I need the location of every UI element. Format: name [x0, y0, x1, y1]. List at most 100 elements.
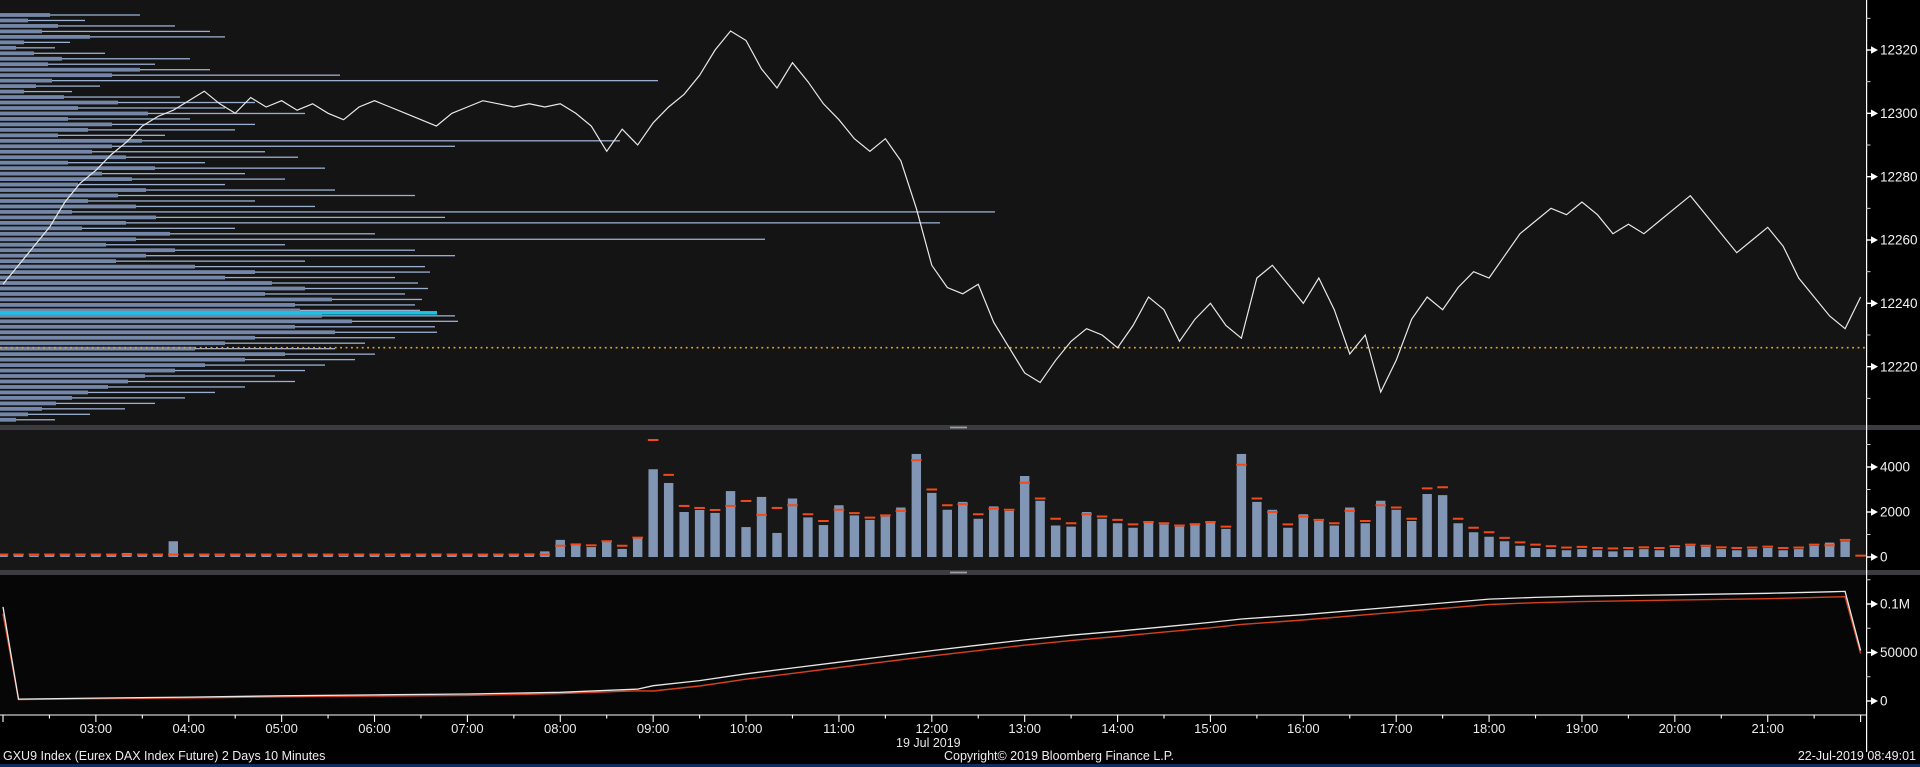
profile-row-thin [0, 80, 658, 81]
volume-avg-dash [1437, 486, 1448, 488]
profile-row [0, 407, 42, 411]
volume-avg-dash [834, 509, 845, 511]
volume-bar [1469, 532, 1478, 557]
volume-bar [1779, 550, 1788, 557]
volume-avg-dash [632, 537, 643, 539]
volume-avg-dash [1530, 544, 1541, 546]
volume-bar [1686, 546, 1695, 557]
volume-bar [1593, 550, 1602, 557]
volume-avg-dash [1701, 545, 1712, 547]
volume-avg-dash [1809, 544, 1820, 546]
axis-label: 12320 [1880, 43, 1918, 58]
volume-bar [1190, 523, 1199, 557]
volume-bar [757, 497, 766, 557]
volume-bar [215, 556, 224, 557]
volume-bar [1051, 526, 1060, 558]
volume-bar [1082, 512, 1091, 557]
volume-bar [447, 555, 456, 557]
axis-label: 12260 [1880, 233, 1918, 248]
volume-bar [1392, 510, 1401, 557]
volume-bar [974, 519, 983, 557]
volume-bar [772, 533, 781, 557]
axis-label: 0 [1880, 694, 1888, 709]
profile-row [0, 144, 112, 148]
profile-row [0, 292, 265, 296]
volume-avg-dash [679, 505, 690, 507]
volume-avg-dash [276, 554, 287, 556]
volume-bar [1252, 502, 1261, 557]
volume-bar [1624, 550, 1633, 557]
volume-avg-dash [230, 554, 241, 556]
profile-row [0, 24, 58, 28]
volume-avg-dash [725, 505, 736, 507]
volume-avg-dash [245, 554, 256, 556]
volume-avg-dash [540, 554, 551, 556]
profile-row [0, 418, 16, 422]
volume-bar [865, 520, 874, 557]
volume-bar [1206, 521, 1215, 557]
volume-avg-dash [988, 508, 999, 510]
volume-bar [261, 555, 270, 557]
volume-avg-dash [1081, 513, 1092, 515]
volume-avg-dash [1778, 547, 1789, 549]
profile-row [0, 287, 305, 291]
volume-avg-dash [29, 554, 40, 556]
volume-avg-dash [1670, 545, 1681, 547]
volume-bar [1562, 550, 1571, 557]
volume-avg-dash [1004, 509, 1015, 511]
chart-svg[interactable]: 1232012300122801226012240122204000200000… [0, 0, 1920, 767]
volume-avg-dash [0, 554, 8, 556]
volume-avg-dash [1608, 547, 1619, 549]
profile-row [0, 401, 56, 405]
axis-label: 0 [1880, 550, 1888, 565]
profile-row [0, 133, 58, 137]
volume-bar [587, 547, 596, 557]
volume-avg-dash [1484, 531, 1495, 533]
volume-avg-dash [1159, 522, 1170, 524]
volume-avg-dash [1855, 555, 1866, 557]
volume-avg-dash [710, 509, 721, 511]
volume-avg-dash [1762, 546, 1773, 548]
profile-row [0, 112, 148, 116]
volume-bar [354, 555, 363, 557]
volume-avg-dash [509, 554, 520, 556]
volume-bar [1066, 527, 1075, 557]
profile-row [0, 325, 295, 329]
volume-bar [618, 549, 627, 557]
volume-avg-dash [772, 507, 783, 509]
status-copyright: Copyright© 2019 Bloomberg Finance L.P. [944, 749, 1174, 763]
divider-drag-handle[interactable] [950, 427, 967, 429]
volume-bar [1237, 454, 1246, 557]
volume-bar [602, 542, 611, 557]
volume-bar [726, 491, 735, 557]
profile-row [0, 276, 225, 280]
volume-avg-dash [1731, 547, 1742, 549]
profile-row [0, 161, 68, 165]
profile-cyan-row [0, 311, 437, 315]
profile-row [0, 336, 255, 340]
volume-bar [385, 556, 394, 557]
volume-avg-dash [1221, 526, 1232, 528]
volume-avg-dash [555, 545, 566, 547]
time-axis-label: 06:00 [358, 721, 391, 736]
volume-bar [648, 469, 657, 557]
volume-avg-dash [183, 554, 194, 556]
volume-avg-dash [60, 554, 71, 556]
volume-bar [308, 555, 317, 557]
volume-avg-dash [1793, 547, 1804, 549]
divider-drag-handle[interactable] [950, 572, 967, 574]
profile-row [0, 128, 88, 132]
volume-avg-dash [1252, 498, 1263, 500]
volume-bar [1113, 523, 1122, 557]
bloomberg-chart[interactable]: 1232012300122801226012240122204000200000… [0, 0, 1920, 767]
profile-row [0, 68, 140, 72]
profile-row [0, 358, 245, 362]
volume-bar [29, 556, 38, 557]
profile-row [0, 374, 145, 378]
volume-avg-dash [44, 554, 55, 556]
volume-avg-dash [106, 554, 117, 556]
volume-bar [1144, 521, 1153, 557]
volume-avg-dash [1050, 518, 1061, 520]
volume-bar [1221, 529, 1230, 557]
volume-bar [1840, 541, 1849, 557]
